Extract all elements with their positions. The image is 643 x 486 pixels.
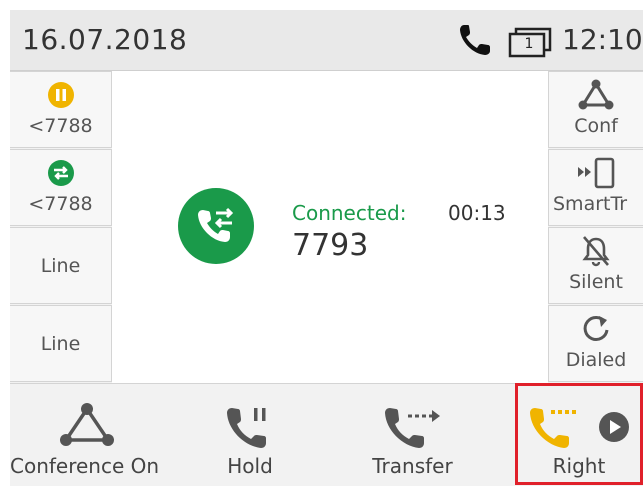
phone-screen: 16.07.2018 1 12:10 <7788 <7788 Line Line… (10, 10, 643, 486)
call-status: Connected: (292, 201, 407, 225)
line-key-4[interactable]: Line (10, 305, 112, 382)
silent-key[interactable]: Silent (548, 227, 643, 304)
dialed-key-label: Dialed (565, 349, 627, 371)
call-swap-icon (178, 188, 254, 264)
silent-key-label: Silent (569, 271, 623, 293)
redial-icon (583, 315, 609, 341)
dialed-key[interactable]: Dialed (548, 305, 643, 382)
status-bar: 16.07.2018 1 12:10 (10, 10, 643, 71)
conference-on-softkey[interactable]: Conference On (10, 384, 168, 486)
selection-highlight (515, 383, 643, 485)
right-function-keys: Conf SmartTr Silent Dialed (548, 71, 643, 383)
softkey-label: Transfer (372, 454, 453, 478)
hold-icon (227, 408, 266, 448)
softkey-label: Hold (227, 454, 273, 478)
smart-transfer-label: SmartTr (553, 193, 628, 215)
line-key-label: <7788 (28, 115, 93, 137)
line-key-label: <7788 (28, 193, 93, 215)
hold-status-icon (47, 82, 74, 108)
line-key-active-call[interactable]: <7788 (10, 149, 112, 226)
bell-mute-icon (582, 236, 610, 267)
conference-icon (60, 403, 114, 446)
date: 16.07.2018 (22, 23, 188, 56)
remote-number: 7793 (292, 228, 369, 263)
conf-key-label: Conf (574, 115, 618, 137)
line-key-label: Line (40, 255, 81, 277)
active-call-status-icon (47, 160, 74, 186)
phone-icon (460, 25, 490, 55)
call-duration: 00:13 (448, 201, 506, 225)
line-key-3[interactable]: Line (10, 227, 112, 304)
smart-transfer-icon (578, 157, 615, 189)
transfer-softkey[interactable]: Transfer (350, 384, 475, 486)
softkey-label: Conference On (10, 454, 160, 478)
conf-key[interactable]: Conf (548, 71, 643, 148)
line-key-label: Line (40, 333, 81, 355)
transfer-icon (385, 408, 440, 448)
line-key-held-call[interactable]: <7788 (10, 71, 112, 148)
line-number: 1 (524, 36, 534, 52)
call-info-panel: Connected: 00:13 7793 (112, 71, 548, 383)
hold-softkey[interactable]: Hold (190, 384, 310, 486)
smart-transfer-key[interactable]: SmartTr (548, 149, 643, 226)
left-line-keys: <7788 <7788 Line Line (10, 71, 112, 383)
conference-icon (578, 79, 614, 110)
clock: 12:10 (562, 23, 643, 56)
